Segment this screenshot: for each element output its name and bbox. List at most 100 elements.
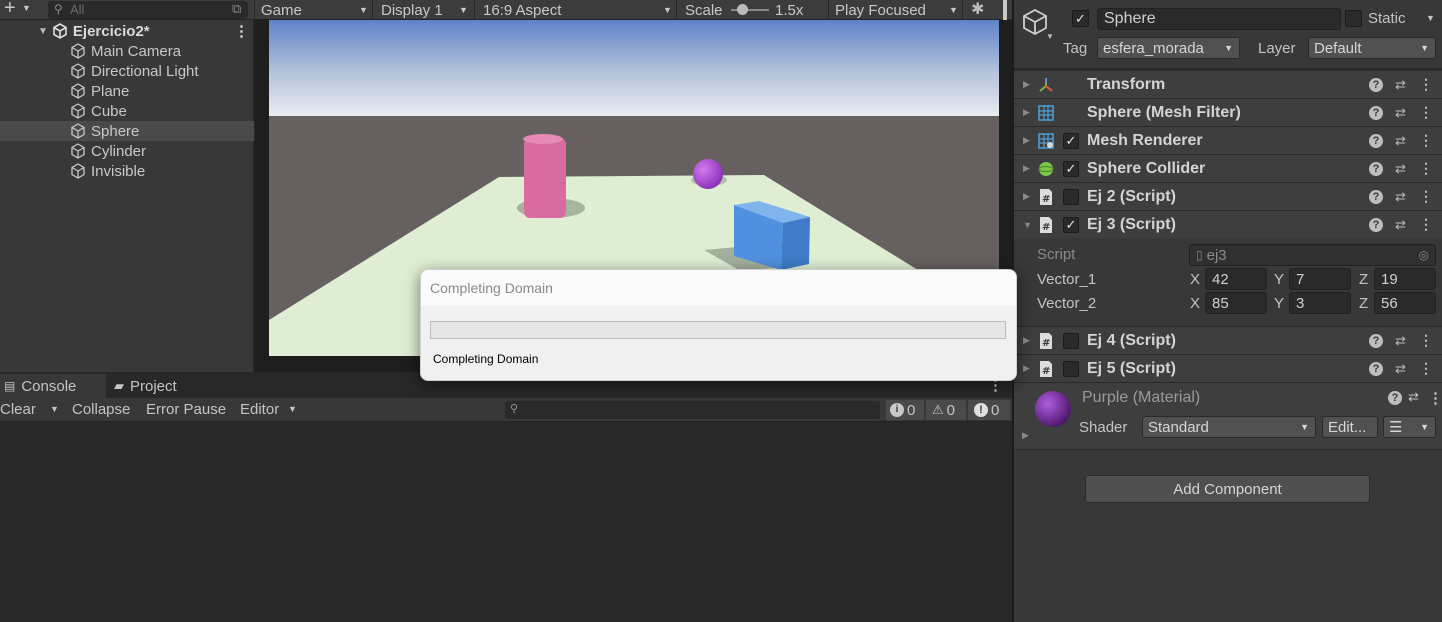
more-icon[interactable]: ⋮	[1419, 360, 1433, 377]
search-by-type-icon[interactable]: ⧉	[232, 1, 241, 17]
error-count-toggle[interactable]: ! 0	[968, 400, 1010, 420]
expand-icon[interactable]: ▶	[1023, 107, 1030, 118]
expand-icon[interactable]: ▶	[1023, 363, 1030, 374]
help-icon[interactable]: ?	[1388, 391, 1402, 405]
component-transform[interactable]: ▶ Transform? ⇄ ⋮	[1013, 70, 1442, 98]
component-ej-2-script[interactable]: ▶ # Ej 2 (Script)? ⇄ ⋮	[1013, 182, 1442, 210]
help-icon[interactable]: ?	[1369, 105, 1383, 120]
expand-icon[interactable]: ▼	[1023, 220, 1032, 230]
hierarchy-item-sphere[interactable]: Sphere	[0, 121, 254, 141]
chevron-down-icon[interactable]: ▼	[22, 3, 31, 13]
hierarchy-item-cylinder[interactable]: Cylinder	[0, 141, 254, 161]
vector2-x-field[interactable]: 85	[1205, 292, 1267, 314]
expand-icon[interactable]: ▼	[38, 26, 48, 37]
edit-shader-button[interactable]: Edit...	[1322, 416, 1378, 438]
hierarchy-item-directional-light[interactable]: Directional Light	[0, 61, 254, 81]
preset-icon[interactable]: ⇄	[1395, 189, 1406, 205]
more-icon[interactable]: ⋮	[1419, 216, 1433, 233]
console-search[interactable]: ⚲	[505, 401, 880, 419]
clear-button[interactable]: Clear	[0, 401, 36, 418]
more-icon[interactable]: ⋮	[1419, 160, 1433, 177]
help-icon[interactable]: ?	[1369, 133, 1383, 148]
help-icon[interactable]: ?	[1369, 217, 1383, 232]
help-icon[interactable]: ?	[1369, 77, 1383, 92]
static-checkbox[interactable]	[1345, 10, 1362, 27]
tag-dropdown[interactable]: esfera_morada ▼	[1097, 37, 1240, 59]
expand-icon[interactable]: ▶	[1022, 430, 1029, 441]
expand-icon[interactable]: ▶	[1023, 163, 1030, 174]
expand-icon[interactable]: ▶	[1023, 79, 1030, 90]
editor-dropdown[interactable]: Editor	[240, 401, 279, 418]
shader-options-dropdown[interactable]: ☰ ▼	[1383, 416, 1436, 438]
preset-icon[interactable]: ⇄	[1395, 333, 1406, 349]
vector2-y-field[interactable]: 3	[1289, 292, 1351, 314]
vector1-x-field[interactable]: 42	[1205, 268, 1267, 290]
tab-project[interactable]: ▰ Project	[108, 374, 198, 398]
shader-dropdown[interactable]: Standard ▼	[1142, 416, 1316, 438]
preset-icon[interactable]: ⇄	[1395, 133, 1406, 149]
vector1-z-field[interactable]: 19	[1374, 268, 1436, 290]
enable-checkbox[interactable]	[1063, 360, 1079, 377]
more-icon[interactable]: ⋮	[1419, 76, 1433, 93]
help-icon[interactable]: ?	[1369, 333, 1383, 348]
enable-checkbox[interactable]: ✓	[1063, 216, 1079, 233]
chevron-down-icon[interactable]: ▼	[1426, 13, 1435, 23]
scale-slider[interactable]: Scale 1.5x	[679, 0, 829, 20]
more-icon[interactable]: ⋮	[1428, 389, 1442, 407]
component-ej-4-script[interactable]: ▶ # Ej 4 (Script)? ⇄ ⋮	[1013, 326, 1442, 354]
help-icon[interactable]: ?	[1369, 161, 1383, 176]
more-icon[interactable]: ⋮	[234, 22, 249, 40]
component-mesh-renderer[interactable]: ▶ ✓ Mesh Renderer? ⇄ ⋮	[1013, 126, 1442, 154]
hierarchy-search[interactable]: ⚲ All ⧉	[48, 1, 248, 19]
tab-console[interactable]: ▤ Console	[0, 374, 106, 398]
chevron-down-icon[interactable]: ▼	[50, 404, 59, 414]
enable-checkbox[interactable]	[1063, 188, 1079, 205]
object-name-field[interactable]: Sphere	[1097, 8, 1341, 30]
preset-icon[interactable]: ⇄	[1395, 77, 1406, 93]
warning-count-toggle[interactable]: ⚠ 0	[926, 400, 966, 420]
help-icon[interactable]: ?	[1369, 361, 1383, 376]
component-sphere-collider[interactable]: ▶ ✓ Sphere Collider? ⇄ ⋮	[1013, 154, 1442, 182]
vector1-y-field[interactable]: 7	[1289, 268, 1351, 290]
error-pause-button[interactable]: Error Pause	[146, 401, 226, 418]
hierarchy-item-cube[interactable]: Cube	[0, 101, 254, 121]
chevron-down-icon[interactable]: ▼	[1046, 32, 1054, 41]
preset-icon[interactable]: ⇄	[1395, 161, 1406, 177]
active-checkbox[interactable]: ✓	[1072, 10, 1089, 27]
enable-checkbox[interactable]	[1063, 332, 1079, 349]
add-component-button[interactable]: Add Component	[1085, 475, 1370, 503]
game-tab[interactable]: Game ▼	[255, 0, 373, 20]
preset-icon[interactable]: ⇄	[1395, 217, 1406, 233]
more-icon[interactable]: ⋮	[1419, 104, 1433, 121]
hierarchy-item-invisible[interactable]: Invisible	[0, 161, 254, 181]
preset-icon[interactable]: ⇄	[1395, 361, 1406, 377]
more-icon[interactable]: ⋮	[1419, 332, 1433, 349]
scene-row[interactable]: ▼ Ejercicio2* ⋮	[0, 21, 254, 41]
expand-icon[interactable]: ▶	[1023, 191, 1030, 202]
more-icon[interactable]: ⋮	[1419, 132, 1433, 149]
scale-thumb[interactable]	[737, 4, 748, 15]
console-log-area[interactable]	[0, 422, 1013, 622]
preset-icon[interactable]: ⇄	[1395, 105, 1406, 121]
layer-dropdown[interactable]: Default ▼	[1308, 37, 1436, 59]
expand-icon[interactable]: ▶	[1023, 135, 1030, 146]
play-mode-dropdown[interactable]: Play Focused ▼	[829, 0, 963, 20]
collapse-button[interactable]: Collapse	[72, 401, 130, 418]
component-ej-3-script[interactable]: ▼ # ✓ Ej 3 (Script)? ⇄ ⋮	[1013, 210, 1442, 238]
aspect-dropdown[interactable]: 16:9 Aspect ▼	[477, 0, 677, 20]
hierarchy-item-plane[interactable]: Plane	[0, 81, 254, 101]
hierarchy-item-main-camera[interactable]: Main Camera	[0, 41, 254, 61]
more-icon[interactable]: ⋮	[1419, 188, 1433, 205]
component-sphere-mesh-filter[interactable]: ▶ Sphere (Mesh Filter)? ⇄ ⋮	[1013, 98, 1442, 126]
enable-checkbox[interactable]: ✓	[1063, 160, 1079, 177]
display-dropdown[interactable]: Display 1 ▼	[375, 0, 475, 20]
enable-checkbox[interactable]: ✓	[1063, 132, 1079, 149]
info-count-toggle[interactable]: i 0	[886, 400, 924, 420]
preset-icon[interactable]: ⇄	[1408, 389, 1419, 405]
add-icon[interactable]: +	[4, 0, 16, 20]
bug-icon[interactable]: ✱	[971, 0, 984, 19]
vector2-z-field[interactable]: 56	[1374, 292, 1436, 314]
help-icon[interactable]: ?	[1369, 189, 1383, 204]
component-ej-5-script[interactable]: ▶ # Ej 5 (Script)? ⇄ ⋮	[1013, 354, 1442, 382]
expand-icon[interactable]: ▶	[1023, 335, 1030, 346]
